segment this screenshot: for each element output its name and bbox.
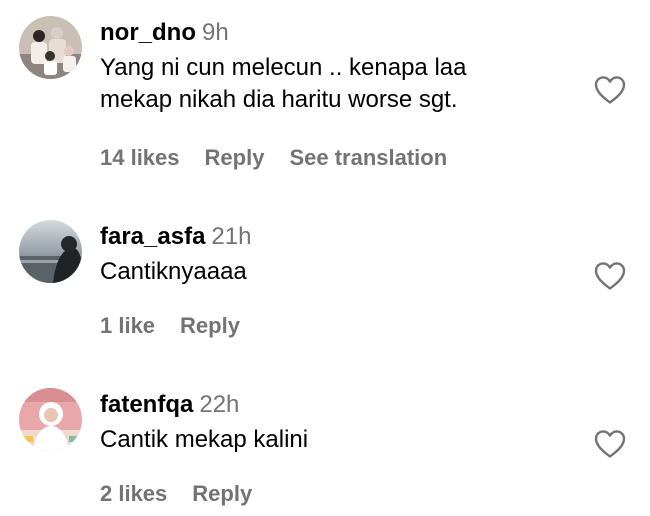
- heart-outline-icon: [594, 430, 626, 458]
- heart-outline-icon: [594, 262, 626, 290]
- avatar[interactable]: [19, 388, 82, 451]
- comment-text: Yang ni cun melecun .. kenapa laa mekap …: [100, 54, 467, 113]
- username[interactable]: fara_asfa: [100, 223, 205, 250]
- comment-header: fara_asfa 21h: [100, 222, 251, 252]
- comment-header: nor_dno 9h: [100, 18, 229, 48]
- timestamp: 21h: [211, 223, 252, 250]
- timestamp: 9h: [202, 19, 229, 46]
- comment-item: fatenfqa 22h Cantik mekap kalini 2 likes …: [0, 388, 650, 516]
- like-button[interactable]: [594, 75, 626, 105]
- comment-header: fatenfqa 22h: [100, 390, 239, 420]
- avatar[interactable]: [19, 16, 82, 79]
- like-button[interactable]: [594, 429, 626, 459]
- avatar-photo-portrait: [19, 388, 82, 451]
- heart-outline-icon: [594, 76, 626, 104]
- reply-button[interactable]: Reply: [180, 312, 240, 340]
- timestamp: 22h: [199, 391, 240, 418]
- comment-actions: 14 likes Reply See translation: [100, 144, 447, 172]
- comment-item: nor_dno 9h Yang ni cun melecun .. kenapa …: [0, 16, 650, 176]
- avatar[interactable]: [19, 220, 82, 283]
- comment-actions: 2 likes Reply: [100, 480, 252, 508]
- likes-count[interactable]: 2 likes: [100, 480, 167, 508]
- comment-text: Cantik mekap kalini: [100, 426, 309, 453]
- username[interactable]: nor_dno: [100, 19, 196, 46]
- comment-item: fara_asfa 21h Cantiknyaaaa 1 like Reply: [0, 220, 650, 350]
- reply-button[interactable]: Reply: [205, 144, 265, 172]
- username[interactable]: fatenfqa: [100, 391, 193, 418]
- likes-count[interactable]: 1 like: [100, 312, 155, 340]
- reply-button[interactable]: Reply: [192, 480, 252, 508]
- comment-text: Cantiknyaaaa: [100, 258, 247, 285]
- see-translation-button[interactable]: See translation: [289, 144, 447, 172]
- avatar-photo-group: [19, 16, 82, 79]
- comments-list: nor_dno 9h Yang ni cun melecun .. kenapa …: [0, 0, 650, 516]
- comment-actions: 1 like Reply: [100, 312, 240, 340]
- like-button[interactable]: [594, 261, 626, 291]
- avatar-photo-seascape: [19, 220, 82, 283]
- likes-count[interactable]: 14 likes: [100, 144, 180, 172]
